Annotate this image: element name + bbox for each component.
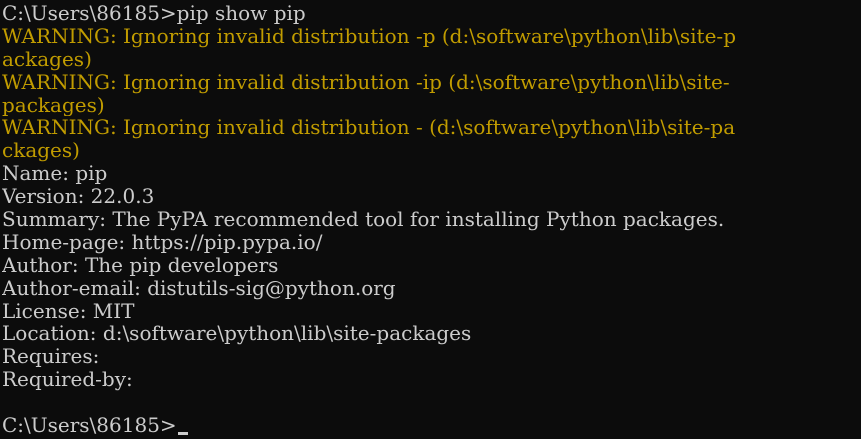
terminal-line-license: License: MIT: [2, 299, 135, 323]
terminal-line-location: Location: d:\software\python\lib\site-pa…: [2, 322, 472, 346]
terminal-line-author-email: Author-email: distutils-sig@python.org: [2, 276, 396, 300]
terminal-line-warning: ckages): [2, 139, 80, 163]
terminal-line-requires: Requires:: [2, 345, 100, 369]
terminal-line-summary: Summary: The PyPA recommended tool for i…: [2, 208, 725, 231]
terminal-line-warning: packages): [2, 93, 105, 117]
terminal-prompt: C:\Users\86185>: [2, 414, 177, 437]
terminal-prompt-line[interactable]: C:\Users\86185>: [2, 414, 861, 437]
terminal-line-homepage: Home-page: https://pip.pypa.io/: [2, 230, 323, 254]
text-cursor: [177, 432, 188, 436]
terminal-line-warning: WARNING: Ignoring invalid distribution -…: [2, 70, 730, 94]
terminal-line-author: Author: The pip developers: [2, 253, 279, 277]
terminal-line-warning: WARNING: Ignoring invalid distribution -…: [2, 24, 736, 48]
terminal-line-required-by: Required-by:: [2, 368, 133, 392]
terminal-line-name: Name: pip: [2, 162, 108, 186]
terminal-window[interactable]: C:\Users\86185>pip show pip WARNING: Ign…: [0, 0, 861, 439]
terminal-line-warning: WARNING: Ignoring invalid distribution -…: [2, 116, 736, 140]
terminal-line-warning: ackages): [2, 47, 92, 71]
terminal-line-command: C:\Users\86185>pip show pip: [2, 2, 306, 25]
terminal-line-version: Version: 22.0.3: [2, 185, 155, 209]
